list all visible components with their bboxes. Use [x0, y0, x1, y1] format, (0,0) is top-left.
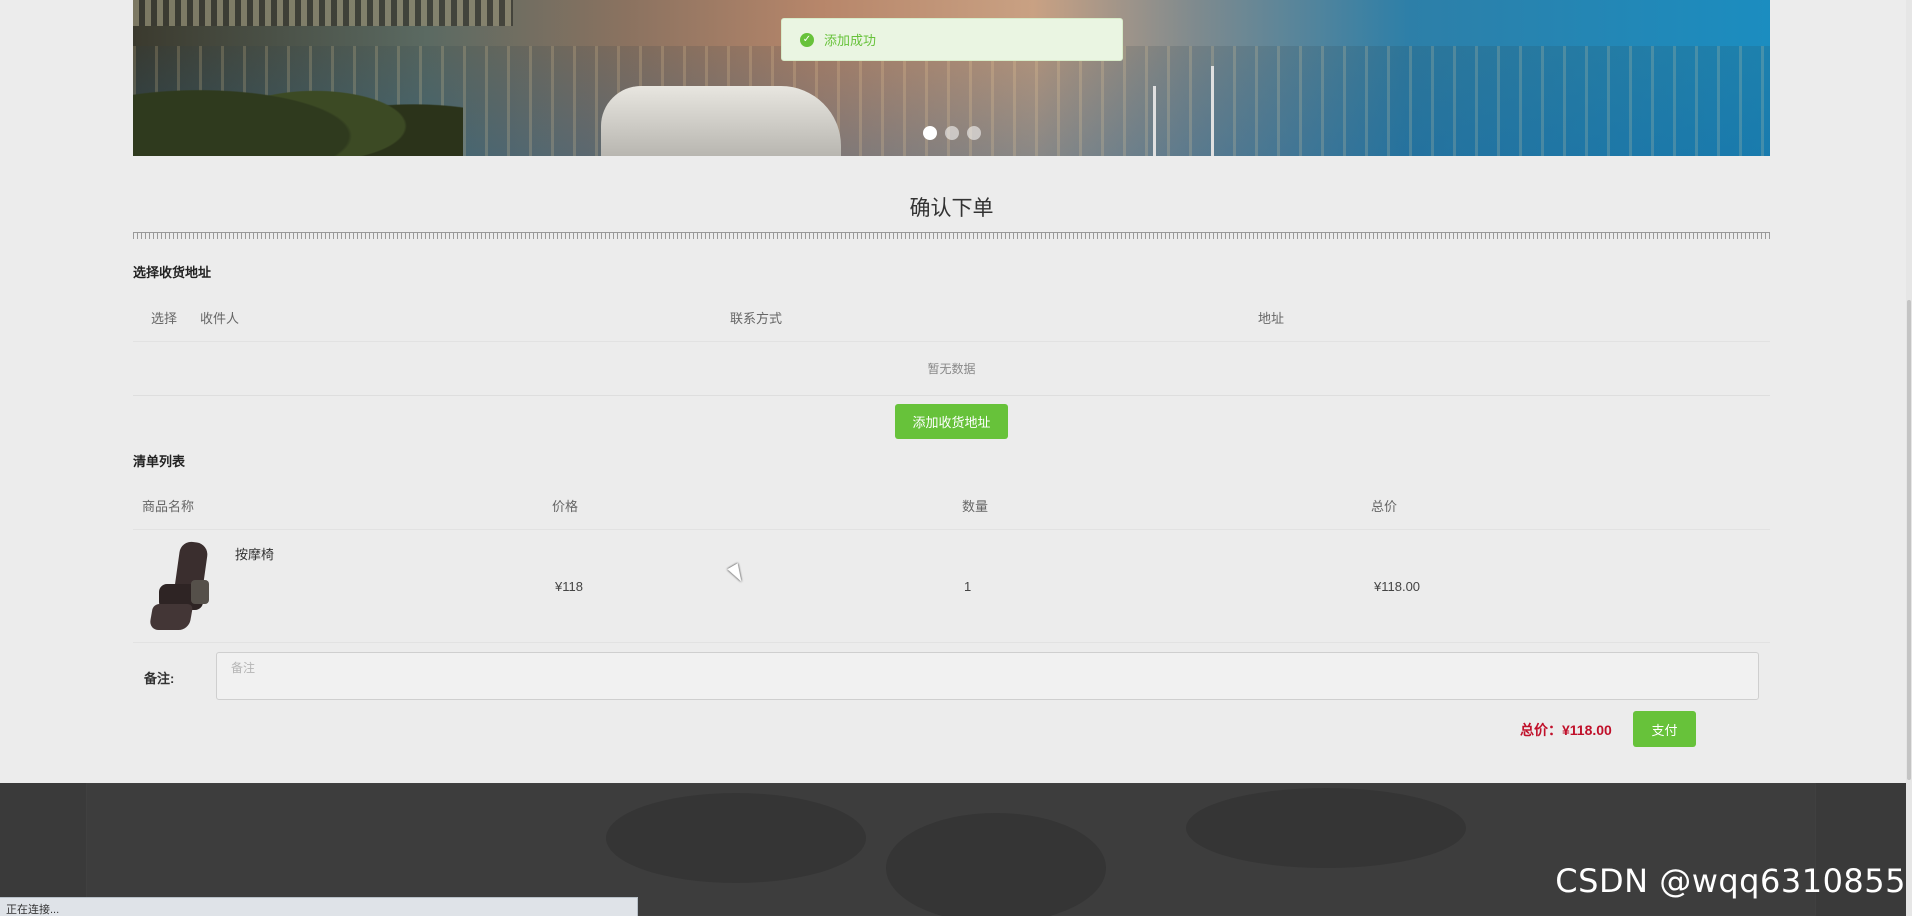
chair-arm: [191, 580, 209, 604]
address-section-label: 选择收货地址: [133, 265, 212, 280]
banner-bridge: [133, 0, 513, 26]
cart-section-label: 清单列表: [133, 454, 186, 469]
col-total: 总价: [1371, 499, 1398, 514]
table-row: 按摩椅 ¥118 1 ¥118.00: [133, 530, 1770, 643]
scrollbar-thumb[interactable]: [1907, 300, 1911, 780]
col-select: 选择: [151, 311, 178, 326]
page-scrollbar[interactable]: [1906, 0, 1912, 916]
product-name[interactable]: 按摩椅: [235, 544, 555, 563]
address-table: 选择 收件人 联系方式 地址 暂无数据: [133, 294, 1770, 396]
map-continent: [606, 793, 866, 883]
carousel-dot-1[interactable]: [923, 126, 937, 140]
cart-table-header: 商品名称 价格 数量 总价: [133, 482, 1770, 530]
product-total: ¥118.00: [1374, 578, 1421, 594]
watermark: CSDN @wqq6310855: [1555, 862, 1906, 900]
col-price: 价格: [552, 499, 579, 514]
chair-leg: [148, 604, 194, 630]
product-quantity: 1: [964, 578, 972, 594]
carousel-dot-3[interactable]: [967, 126, 981, 140]
page-title: 确认下单: [909, 197, 994, 220]
success-check-icon: ✓: [800, 32, 814, 47]
carousel-indicators: [923, 126, 981, 140]
browser-status-bar: 正在连接...: [0, 897, 638, 916]
address-table-header: 选择 收件人 联系方式 地址: [133, 294, 1770, 342]
col-address: 地址: [1258, 311, 1285, 326]
pay-button[interactable]: 支付: [1633, 711, 1696, 747]
banner-mast: [1153, 86, 1156, 156]
map-continent: [886, 813, 1106, 916]
product-price: ¥118: [555, 578, 583, 594]
col-recipient: 收件人: [200, 311, 240, 326]
address-empty-state: 暂无数据: [133, 342, 1770, 396]
banner-palms: [133, 56, 463, 156]
remark-input[interactable]: [216, 652, 1759, 700]
remark-label: 备注:: [144, 671, 175, 686]
col-product-name: 商品名称: [142, 499, 195, 514]
order-total: 总价：¥118.00: [1520, 722, 1612, 738]
carousel-dot-2[interactable]: [945, 126, 959, 140]
add-address-button[interactable]: 添加收货地址: [895, 404, 1008, 439]
title-divider: [133, 232, 1770, 240]
col-contact: 联系方式: [730, 311, 783, 326]
banner-mast: [1211, 66, 1214, 156]
map-continent: [1186, 788, 1466, 868]
cart-table: 商品名称 价格 数量 总价 按摩椅 ¥118 1 ¥118.00: [133, 482, 1770, 643]
banner-yacht: [601, 86, 841, 156]
toast-message: 添加成功: [824, 33, 877, 48]
success-toast: ✓ 添加成功: [781, 18, 1123, 61]
col-quantity: 数量: [962, 499, 989, 514]
product-image[interactable]: [148, 540, 221, 632]
